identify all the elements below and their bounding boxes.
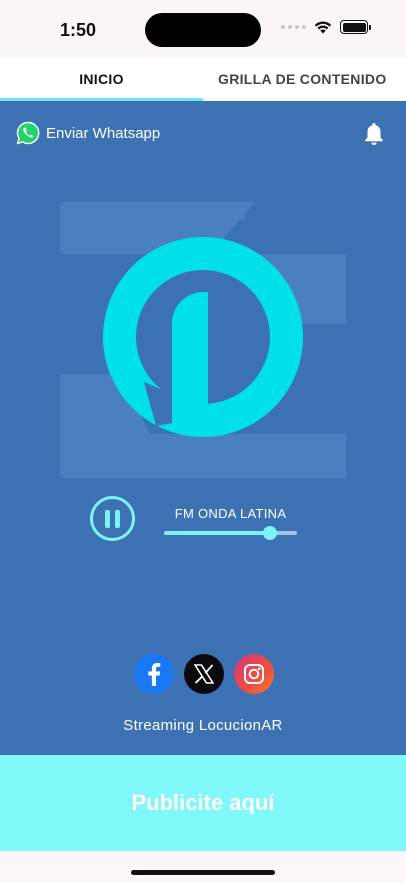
battery-icon: [340, 20, 371, 34]
tab-inicio[interactable]: INICIO: [0, 58, 203, 100]
instagram-button[interactable]: [234, 654, 274, 694]
ad-banner-label: Publicite aquí: [131, 790, 275, 815]
home-indicator[interactable]: [131, 870, 275, 875]
station-logo: [60, 194, 346, 479]
station-name: FM ONDA LATINA: [174, 506, 287, 521]
footer-label: Streaming LocucionAR: [123, 717, 283, 734]
instagram-icon: [244, 664, 264, 684]
status-time: 1:50: [60, 20, 97, 40]
bottom-safe-area: [0, 851, 406, 883]
cellular-signal-icon: [281, 25, 306, 29]
whatsapp-label: Enviar Whatsapp: [46, 124, 161, 142]
dynamic-island: [145, 13, 261, 47]
volume-thumb[interactable]: [263, 526, 278, 540]
social-links: [134, 654, 274, 694]
x-button[interactable]: [184, 654, 224, 694]
status-icons: [281, 20, 371, 34]
main-player-area: Enviar Whatsapp FM ONDA LATINA Streaming…: [0, 101, 406, 755]
facebook-icon: [148, 663, 161, 686]
wifi-icon: [314, 21, 332, 34]
ad-banner[interactable]: Publicite aquí: [0, 755, 406, 851]
volume-slider[interactable]: [164, 526, 297, 540]
tab-grilla-de-contenido[interactable]: GRILLA DE CONTENIDO: [203, 58, 406, 100]
volume-fill: [164, 531, 271, 535]
tab-bar: INICIO GRILLA DE CONTENIDO: [0, 58, 406, 100]
whatsapp-icon: [16, 121, 40, 145]
x-icon: [194, 664, 214, 684]
pause-button[interactable]: [90, 496, 135, 541]
status-bar: 1:50: [0, 0, 406, 58]
facebook-button[interactable]: [134, 654, 174, 694]
whatsapp-button[interactable]: Enviar Whatsapp: [16, 121, 160, 145]
pause-icon: [105, 509, 110, 528]
bell-icon[interactable]: [362, 121, 386, 147]
